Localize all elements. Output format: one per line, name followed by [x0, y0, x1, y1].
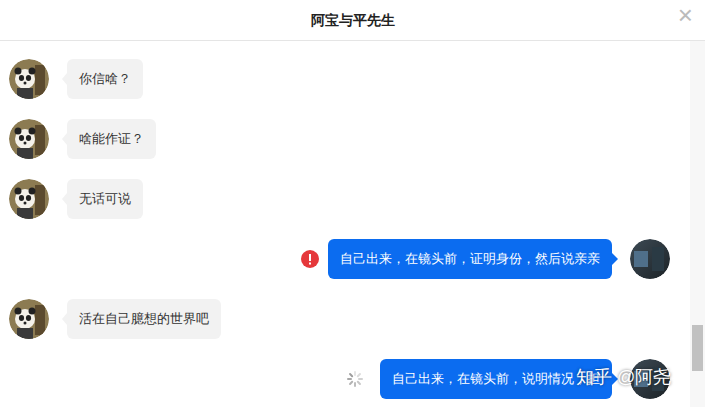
message-text: 活在自己臆想的世界吧 [79, 309, 209, 329]
error-icon[interactable] [301, 250, 319, 268]
bubble-tail [62, 313, 67, 325]
message-text: 自己出来，在镜头前，说明情况，担 [392, 369, 600, 389]
bubble-tail [62, 133, 67, 145]
user-avatar-icon[interactable] [630, 239, 670, 279]
message-bubble: 自己出来，在镜头前，证明身份，然后说亲亲 [328, 239, 612, 279]
message-text: 你信啥？ [79, 69, 131, 89]
bubble-tail [612, 253, 618, 265]
message-bubble: 活在自己臆想的世界吧 [67, 299, 221, 339]
message-row: 你信啥？ [9, 59, 670, 99]
chat-body: 你信啥？ 啥能作证？ 无话可说自己出来，在镜头前，证明身份，然后说亲亲活在自己臆想的… [0, 41, 705, 407]
chat-window: 阿宝与平先生 × 你信啥？ 啥能作证？ 无话可说自己出来，在镜头前，证明身份，然后说… [0, 0, 705, 407]
message-row: 啥能作证？ [9, 119, 670, 159]
message-row: 活在自己臆想的世界吧 [9, 299, 670, 339]
scrollbar[interactable] [690, 41, 705, 407]
window-title: 阿宝与平先生 [311, 10, 395, 31]
panda-avatar-icon[interactable] [9, 299, 49, 339]
message-bubble: 你信啥？ [67, 59, 143, 99]
bubble-tail [62, 73, 67, 85]
message-row: 自己出来，在镜头前，说明情况，担 [9, 359, 670, 399]
loading-icon[interactable] [346, 370, 364, 388]
bubble-tail [62, 193, 67, 205]
message-row: 自己出来，在镜头前，证明身份，然后说亲亲 [9, 239, 670, 279]
watermark: 知乎 @阿尧 [576, 364, 671, 391]
panda-avatar-icon[interactable] [9, 59, 49, 99]
message-bubble: 无话可说 [67, 179, 143, 219]
header: 阿宝与平先生 × [0, 0, 705, 41]
message-row: 无话可说 [9, 179, 670, 219]
message-list: 你信啥？ 啥能作证？ 无话可说自己出来，在镜头前，证明身份，然后说亲亲活在自己臆想的… [0, 41, 690, 407]
message-text: 无话可说 [79, 189, 131, 209]
panda-avatar-icon[interactable] [9, 179, 49, 219]
close-button[interactable]: × [678, 2, 693, 28]
scrollbar-thumb[interactable] [692, 325, 703, 371]
message-text: 自己出来，在镜头前，证明身份，然后说亲亲 [340, 249, 600, 269]
panda-avatar-icon[interactable] [9, 119, 49, 159]
message-bubble: 啥能作证？ [67, 119, 156, 159]
message-text: 啥能作证？ [79, 129, 144, 149]
